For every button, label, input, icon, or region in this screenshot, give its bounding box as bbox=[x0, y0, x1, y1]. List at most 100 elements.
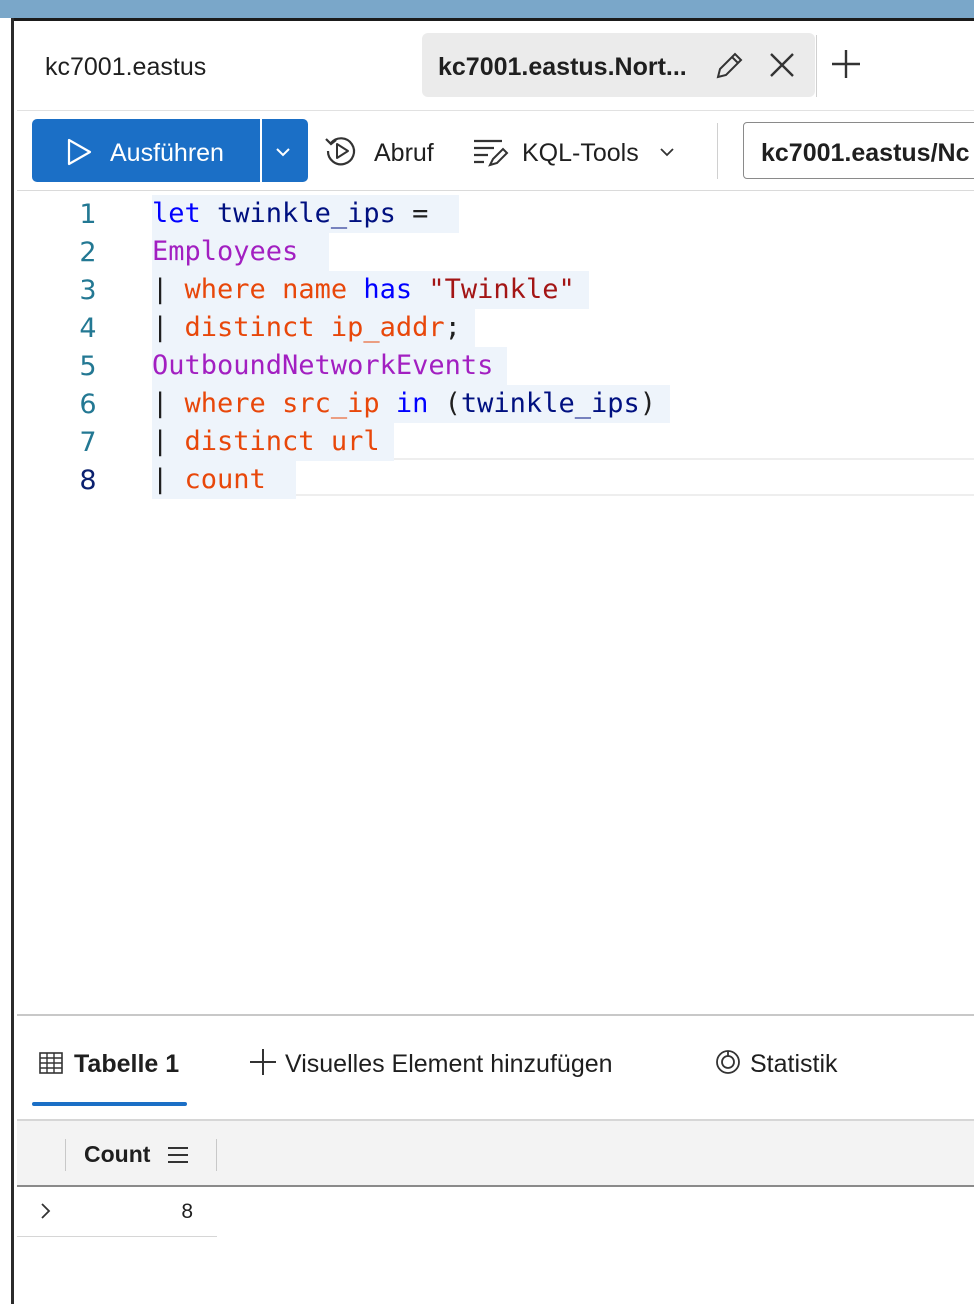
code-token: OutboundNetworkEvents bbox=[152, 350, 494, 381]
add-visual-button[interactable]: Visuelles Element hinzufügen bbox=[249, 1044, 659, 1084]
code-token: count bbox=[184, 464, 266, 495]
pencil-icon[interactable] bbox=[712, 49, 746, 83]
tab-table-1[interactable]: Tabelle 1 bbox=[32, 1044, 187, 1108]
tab-separator bbox=[816, 35, 817, 97]
line-number: 7 bbox=[79, 427, 97, 458]
window-title-bar bbox=[0, 0, 974, 18]
code-text: let twinkle_ips = bbox=[152, 195, 459, 233]
chevron-right-icon[interactable] bbox=[37, 1201, 55, 1221]
code-line[interactable]: 6 | where src_ip in (twinkle_ips) bbox=[17, 385, 974, 423]
plus-icon[interactable] bbox=[829, 47, 863, 81]
query-editor[interactable]: 1 let twinkle_ips = 2 Employees 3 | where n… bbox=[17, 191, 974, 1014]
tab-kc7001-eastus[interactable]: kc7001.eastus bbox=[45, 53, 206, 82]
results-tab-bar: Tabelle 1 Visuelles Element hinzufügen S… bbox=[17, 1016, 974, 1119]
left-pane-edge bbox=[0, 18, 14, 1304]
run-button[interactable]: Ausführen bbox=[32, 119, 260, 182]
kql-tools-icon bbox=[472, 135, 510, 169]
line-number: 1 bbox=[79, 199, 97, 230]
tab-kc7001-eastus-north-active[interactable]: kc7001.eastus.Nort... bbox=[422, 33, 815, 97]
code-line[interactable]: 3 | where name has "Twinkle" bbox=[17, 271, 974, 309]
recall-label: Abruf bbox=[374, 139, 434, 167]
code-token: in bbox=[395, 388, 429, 419]
add-visual-label: Visuelles Element hinzufügen bbox=[285, 1050, 613, 1078]
query-toolbar: Ausführen Abruf KQL-Tools kc7001.eastus/… bbox=[17, 111, 974, 191]
code-text: | where name has "Twinkle" bbox=[152, 271, 589, 309]
recall-icon bbox=[323, 133, 359, 169]
code-line[interactable]: 7 | distinct url bbox=[17, 423, 974, 461]
code-token: | bbox=[152, 464, 185, 495]
code-token: twinkle_ips bbox=[460, 388, 640, 419]
code-line[interactable]: 8 | count bbox=[17, 461, 974, 499]
query-tab-strip: kc7001.eastus kc7001.eastus.Nort... bbox=[17, 21, 974, 111]
table-icon bbox=[39, 1052, 63, 1074]
run-button-label: Ausführen bbox=[110, 139, 224, 167]
code-token: name bbox=[282, 274, 348, 305]
line-number: 6 bbox=[79, 389, 97, 420]
code-token: | bbox=[152, 312, 185, 343]
active-tab-indicator bbox=[32, 1102, 187, 1106]
line-number: 4 bbox=[79, 313, 97, 344]
run-split-button: Ausführen bbox=[32, 119, 308, 182]
code-line[interactable]: 2 Employees bbox=[17, 233, 974, 271]
code-text: | distinct url bbox=[152, 423, 394, 461]
stats-icon bbox=[715, 1049, 741, 1075]
column-header-count[interactable]: Count bbox=[84, 1141, 150, 1168]
hamburger-menu-icon[interactable] bbox=[167, 1145, 189, 1165]
split-divider bbox=[260, 119, 262, 182]
results-grid-header: Count bbox=[17, 1119, 974, 1187]
results-pane: Tabelle 1 Visuelles Element hinzufügen S… bbox=[17, 1014, 974, 1304]
code-token: distinct bbox=[184, 426, 315, 457]
plus-icon bbox=[249, 1048, 277, 1076]
code-token: where bbox=[184, 388, 266, 419]
chevron-down-icon bbox=[658, 143, 676, 161]
database-selector-label: kc7001.eastus/Nc bbox=[761, 139, 970, 167]
column-separator bbox=[216, 1139, 217, 1171]
tab-statistics[interactable]: Statistik bbox=[715, 1044, 875, 1084]
line-number: 5 bbox=[79, 351, 97, 382]
kql-tools-label: KQL-Tools bbox=[522, 139, 639, 167]
code-token: | bbox=[152, 388, 185, 419]
code-token: ip_addr bbox=[330, 312, 445, 343]
code-token: src_ip bbox=[282, 388, 380, 419]
code-text: | distinct ip_addr; bbox=[152, 309, 475, 347]
code-token: = bbox=[412, 198, 429, 229]
tab-table-1-label: Tabelle 1 bbox=[74, 1050, 180, 1078]
code-token: has bbox=[363, 274, 413, 305]
code-token: ) bbox=[639, 388, 656, 419]
chevron-down-icon[interactable] bbox=[272, 141, 294, 163]
code-token: twinkle_ips bbox=[200, 198, 413, 229]
code-token: | bbox=[152, 274, 185, 305]
code-token: distinct bbox=[184, 312, 315, 343]
database-selector[interactable]: kc7001.eastus/Nc bbox=[743, 122, 974, 179]
code-text: OutboundNetworkEvents bbox=[152, 347, 508, 385]
column-separator bbox=[65, 1139, 66, 1171]
code-line[interactable]: 4 | distinct ip_addr; bbox=[17, 309, 974, 347]
cell-count: 8 bbox=[181, 1200, 193, 1223]
close-icon[interactable] bbox=[766, 49, 798, 81]
kql-tools-menu[interactable]: KQL-Tools bbox=[472, 129, 692, 173]
code-text: | count bbox=[152, 461, 297, 499]
table-row[interactable]: 8 bbox=[17, 1187, 217, 1237]
line-number: 8 bbox=[79, 465, 97, 496]
code-token: where bbox=[184, 274, 266, 305]
code-text: Employees bbox=[152, 233, 329, 271]
code-token: "Twinkle" bbox=[428, 274, 575, 305]
code-line[interactable]: 1 let twinkle_ips = bbox=[17, 195, 974, 233]
code-token: | bbox=[152, 426, 185, 457]
code-line[interactable]: 5 OutboundNetworkEvents bbox=[17, 347, 974, 385]
toolbar-separator bbox=[717, 123, 718, 179]
tab-statistics-label: Statistik bbox=[750, 1050, 838, 1078]
code-token: let bbox=[152, 198, 201, 229]
tab-label: kc7001.eastus.Nort... bbox=[438, 53, 687, 81]
line-number: 3 bbox=[79, 275, 97, 306]
